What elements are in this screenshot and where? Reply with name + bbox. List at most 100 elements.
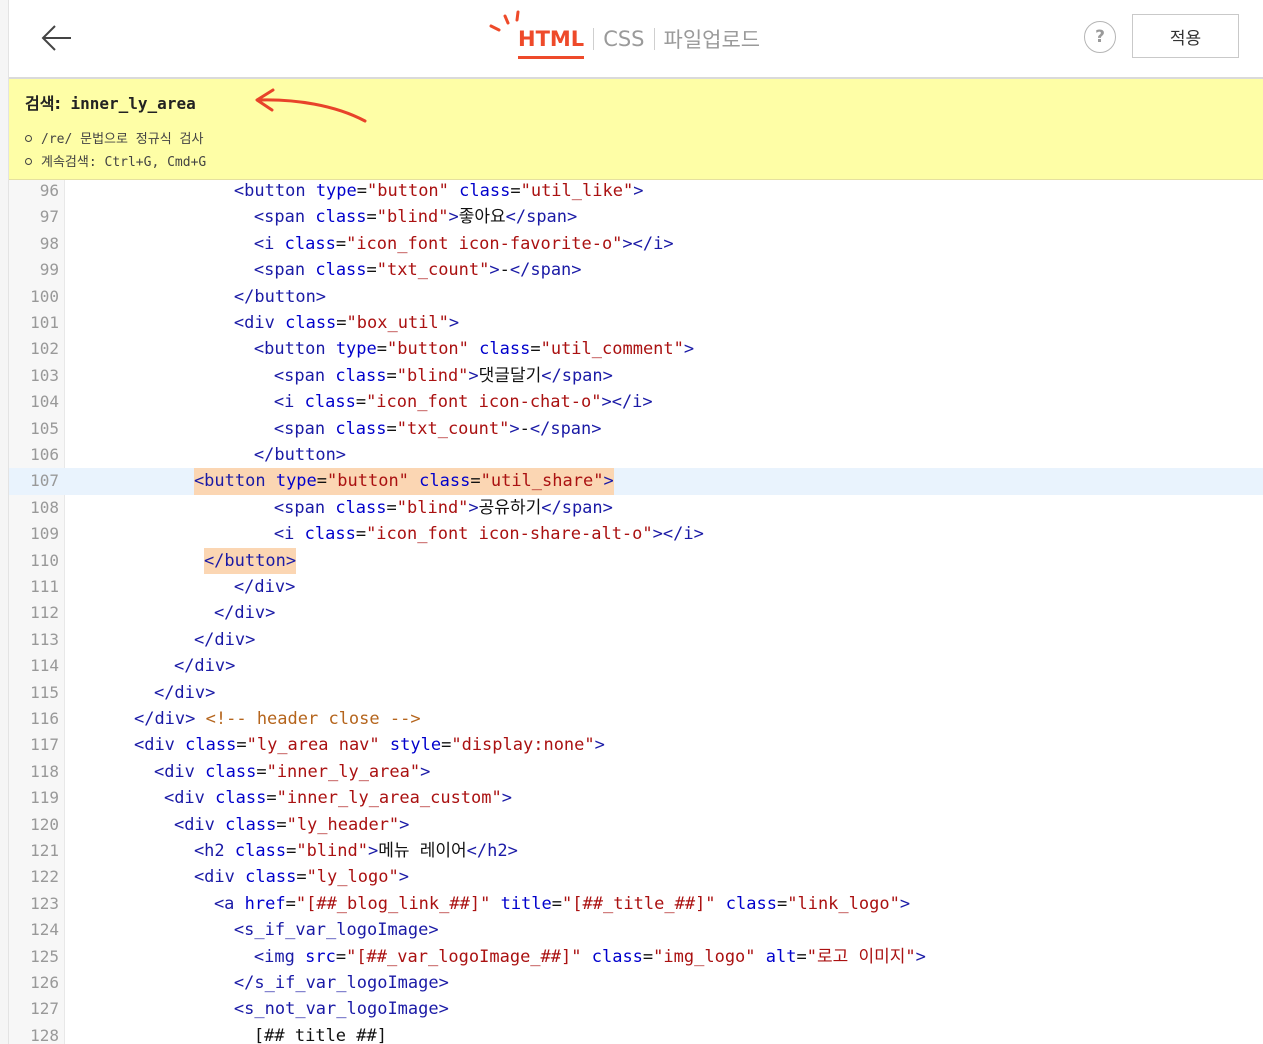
code-line[interactable]: 114 </div> <box>9 653 1263 679</box>
code-line[interactable]: 105 <span class="txt_count">-</span> <box>9 416 1263 442</box>
code-line[interactable]: 98 <i class="icon_font icon-favorite-o"><… <box>9 231 1263 257</box>
code-text: <div class="box_util"> <box>234 310 459 336</box>
code-line[interactable]: 108 <span class="blind">공유하기</span> <box>9 495 1263 521</box>
back-button[interactable] <box>37 18 77 58</box>
code-token: <span <box>273 418 336 439</box>
code-token: = <box>386 497 397 518</box>
code-token: <div <box>233 313 286 333</box>
code-token: </h2> <box>466 841 518 861</box>
code-line[interactable]: 104 <i class="icon_font icon-chat-o"></i> <box>9 389 1263 415</box>
code-text: <i class="icon_font icon-chat-o"></i> <box>274 389 653 415</box>
line-number: 115 <box>30 682 59 702</box>
code-line[interactable]: 112 </div> <box>9 600 1263 626</box>
line-number: 104 <box>30 392 59 412</box>
code-token: > <box>399 814 410 835</box>
code-line[interactable]: 99 <span class="txt_count">-</span> <box>9 257 1263 283</box>
code-line[interactable]: 128 [##_title_##] <box>9 1023 1263 1044</box>
code-token: "button" <box>387 339 469 360</box>
code-line[interactable]: 110 </button> <box>9 547 1263 574</box>
code-line[interactable]: 116 </div> <!-- header close --> <box>9 706 1263 732</box>
code-token: = <box>470 471 481 492</box>
code-text: </s_if_var_logoImage> <box>234 970 449 996</box>
code-line[interactable]: 103 <span class="blind">댓글달기</span> <box>9 363 1263 389</box>
code-token: ></i> <box>652 524 704 545</box>
code-line[interactable]: 113 </div> <box>9 627 1263 653</box>
code-line[interactable]: 101 <div class="box_util"> <box>9 310 1263 336</box>
line-number: 105 <box>30 418 59 438</box>
bullet-icon <box>25 158 32 165</box>
code-token: class <box>245 867 297 888</box>
code-line[interactable]: 125 <img src="[##_var_logoImage_##]" clas… <box>9 944 1263 970</box>
code-text: [##_title_##] <box>254 1023 387 1044</box>
code-line[interactable]: 107 <button type="button" class="util_sha… <box>9 468 1263 495</box>
code-token: = <box>796 946 807 967</box>
tab-file-upload[interactable]: 파일업로드 <box>655 0 770 77</box>
code-line[interactable]: 122 <div class="ly_logo"> <box>9 864 1263 890</box>
code-token: </div> <box>133 709 196 729</box>
code-token: <img <box>253 946 306 967</box>
code-text: <div class="ly_header"> <box>174 812 409 838</box>
code-token: <div <box>133 735 186 756</box>
code-token: = <box>316 471 328 492</box>
code-line[interactable]: 111 </div> <box>9 574 1263 600</box>
code-line[interactable]: 127 <s_not_var_logoImage> <box>9 996 1263 1022</box>
code-line[interactable]: 106 </button> <box>9 442 1263 468</box>
code-token: = <box>366 207 377 228</box>
code-line[interactable]: 96 <button type="button" class="util_like… <box>9 180 1263 204</box>
code-token: > <box>420 761 431 782</box>
code-text: <s_if_var_logoImage> <box>234 917 439 943</box>
code-line[interactable]: 124 <s_if_var_logoImage> <box>9 917 1263 943</box>
tab-html[interactable]: HTML <box>489 0 593 77</box>
code-token: > <box>603 471 614 492</box>
help-button[interactable]: ? <box>1084 21 1116 53</box>
code-token: "blind" <box>396 365 469 386</box>
code-token: class <box>315 207 367 228</box>
code-line[interactable]: 126 </s_if_var_logoImage> <box>9 970 1263 996</box>
code-token: <button <box>233 181 316 201</box>
line-number: 107 <box>30 471 59 491</box>
code-token: = <box>236 735 247 756</box>
code-line[interactable]: 121 <h2 class="blind">메뉴 레이어</h2> <box>9 838 1263 864</box>
code-line[interactable]: 119 <div class="inner_ly_area_custom"> <box>9 785 1263 811</box>
code-line[interactable]: 109 <i class="icon_font icon-share-alt-o"… <box>9 521 1263 547</box>
code-line[interactable]: 102 <button type="button" class="util_com… <box>9 336 1263 362</box>
code-text: </div> <box>154 680 215 706</box>
arrow-left-icon <box>41 25 71 51</box>
code-token: > <box>501 788 512 809</box>
code-text: <a href="[##_blog_link_##]" title="[##_t… <box>214 891 910 917</box>
code-token: = <box>441 735 452 756</box>
code-token: > <box>398 867 409 888</box>
code-line[interactable]: 123 <a href="[##_blog_link_##]" title="[#… <box>9 891 1263 917</box>
code-token: "[##_var_logoImage_##]" <box>346 946 582 967</box>
code-token: <div <box>153 761 206 782</box>
line-number: 101 <box>30 313 59 332</box>
code-token: "[##_title_##]" <box>562 893 716 914</box>
code-line[interactable]: 120 <div class="ly_header"> <box>9 812 1263 838</box>
code-token: class <box>315 260 367 281</box>
search-query-input[interactable]: inner_ly_area <box>70 94 195 113</box>
code-line[interactable]: 97 <span class="blind">좋아요</span> <box>9 204 1263 230</box>
code-line[interactable]: 118 <div class="inner_ly_area"> <box>9 759 1263 785</box>
apply-button[interactable]: 적용 <box>1132 14 1239 58</box>
code-token: <span <box>273 497 336 518</box>
code-token: "[##_blog_link_##]" <box>295 893 491 914</box>
code-line[interactable]: 115 </div> <box>9 680 1263 706</box>
code-token: = <box>530 339 541 360</box>
code-text: </div> <!-- header close --> <box>134 706 421 732</box>
code-editor[interactable]: 96 <button type="button" class="util_like… <box>9 180 1263 1044</box>
code-line[interactable]: 117 <div class="ly_area nav" style="displ… <box>9 732 1263 758</box>
code-line[interactable]: 100 </button> <box>9 284 1263 310</box>
code-token: <span <box>253 207 316 228</box>
code-token: = <box>551 893 563 914</box>
code-token: <a <box>213 893 245 914</box>
code-token: "txt_count" <box>376 260 490 281</box>
code-token: "box_util" <box>346 313 449 333</box>
line-number: 116 <box>30 709 59 728</box>
tab-css[interactable]: CSS <box>594 0 653 77</box>
code-token: = <box>386 418 397 439</box>
line-number: 96 <box>39 181 59 200</box>
code-text: </div> <box>194 627 255 653</box>
tab-css-label: CSS <box>603 26 645 51</box>
code-token: </span> <box>505 207 578 228</box>
